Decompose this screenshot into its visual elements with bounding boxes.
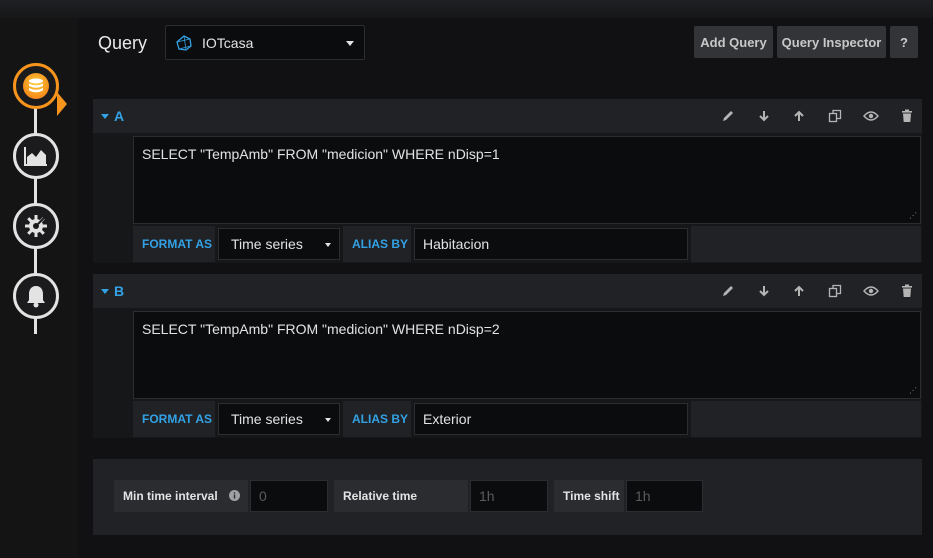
options-filler [691,401,921,437]
datasource-name: IOTcasa [202,34,254,51]
resize-handle-icon[interactable]: ⋰ [909,386,917,395]
alias-by-input[interactable]: Habitacion [414,228,688,260]
collapse-icon[interactable] [101,114,109,119]
help-button[interactable]: ? [890,26,918,58]
eye-icon[interactable] [862,282,880,300]
datasource-picker[interactable]: IOTcasa [165,25,365,60]
edit-icon[interactable] [719,107,737,125]
alias-by-input[interactable]: Exterior [414,403,688,435]
query-inspector-button[interactable]: Query Inspector [777,26,886,58]
query-options-row-b: FORMAT AS Time series ALIAS BY Exterior [133,401,921,437]
format-as-label: FORMAT AS [133,401,215,437]
format-as-label: FORMAT AS [133,226,215,262]
query-text-editor[interactable]: SELECT "TempAmb" FROM "medicion" WHERE n… [133,136,921,224]
format-as-select[interactable]: Time series [218,228,340,260]
move-down-icon[interactable] [755,107,773,125]
chevron-down-icon [325,243,331,247]
time-shift-label: Time shift [554,480,624,512]
query-ref-id: B [114,283,125,299]
query-text-editor[interactable]: SELECT "TempAmb" FROM "medicion" WHERE n… [133,311,921,399]
min-time-interval-input[interactable]: 0 [250,480,328,512]
alias-by-label: ALIAS BY [343,226,411,262]
sidebar-item-alert[interactable] [13,273,59,319]
relative-time-input[interactable]: 1h [470,480,548,512]
sidebar-item-general[interactable] [13,203,59,249]
sidebar-item-queries[interactable] [13,63,59,109]
move-down-icon[interactable] [755,282,773,300]
gear-icon [25,215,47,237]
area-chart-icon [24,147,47,166]
options-filler [691,226,921,262]
chevron-down-icon [325,418,331,422]
format-as-value: Time series [231,236,303,252]
info-icon[interactable] [229,490,240,504]
alias-by-label: ALIAS BY [343,401,411,437]
query-ref-id: A [114,108,125,124]
active-pointer-icon [57,92,67,116]
move-up-icon[interactable] [790,107,808,125]
format-as-value: Time series [231,411,303,427]
collapse-icon[interactable] [101,289,109,294]
relative-time-label: Relative time [334,480,468,512]
format-as-select[interactable]: Time series [218,403,340,435]
query-row-header-b[interactable]: B [93,274,922,308]
top-navbar [0,0,933,18]
query-row-header-a[interactable]: A [93,99,922,133]
editor-sidebar [0,18,78,558]
bell-icon [27,286,45,308]
sidebar-item-visualization[interactable] [13,133,59,179]
move-up-icon[interactable] [790,282,808,300]
query-text: SELECT "TempAmb" FROM "medicion" WHERE n… [142,321,500,337]
trash-icon[interactable] [898,107,916,125]
query-options-row-a: FORMAT AS Time series ALIAS BY Habitacio… [133,226,921,262]
min-time-interval-label: Min time interval [114,480,248,512]
duplicate-icon[interactable] [826,282,844,300]
trash-icon[interactable] [898,282,916,300]
time-shift-input[interactable]: 1h [626,480,703,512]
page-title: Query [98,33,148,53]
add-query-button[interactable]: Add Query [694,26,773,58]
influxdb-icon [176,34,192,51]
chevron-down-icon [346,41,354,46]
resize-handle-icon[interactable]: ⋰ [909,211,917,220]
database-icon [23,73,49,99]
eye-icon[interactable] [862,107,880,125]
edit-icon[interactable] [719,282,737,300]
query-text: SELECT "TempAmb" FROM "medicion" WHERE n… [142,146,500,162]
duplicate-icon[interactable] [826,107,844,125]
